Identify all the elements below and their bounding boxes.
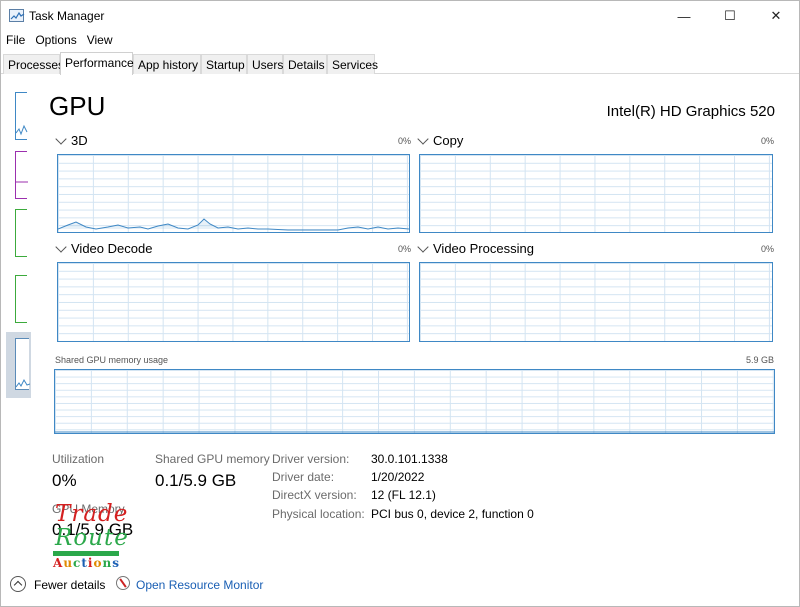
menu-bar: File Options View (1, 31, 118, 51)
cpu-thumbnail[interactable] (15, 92, 28, 140)
graph-3d-percent: 0% (398, 136, 412, 146)
title-bar: Task Manager — ☐ ✕ (1, 1, 799, 31)
shared-gpu-memory-value: 0.1/5.9 GB (155, 471, 237, 490)
resource-sidebar (5, 87, 31, 407)
watermark-line-3: Auctions (53, 556, 120, 570)
tab-processes[interactable]: Processes (3, 54, 64, 74)
graph-3d-line (58, 218, 409, 231)
driver-version-label: Driver version: (272, 452, 350, 466)
tab-users[interactable]: Users (247, 54, 283, 74)
graph-3d (57, 154, 410, 233)
shared-gpu-memory-label: Shared GPU memory (155, 452, 270, 466)
tab-services[interactable]: Services (327, 54, 378, 74)
physical-location-label: Physical location: (272, 507, 365, 521)
fewer-details-button[interactable]: Fewer details (34, 578, 105, 592)
gpu-thumbnail-graph (15, 338, 31, 390)
utilization-label: Utilization (52, 452, 105, 466)
graph-video-processing-label: Video Processing (433, 241, 534, 256)
gpu-thumbnail[interactable] (6, 332, 31, 398)
menu-file[interactable]: File (1, 31, 30, 51)
graph-3d-selector[interactable]: 3D (55, 132, 88, 148)
menu-view[interactable]: View (82, 31, 118, 51)
graph-video-processing (419, 262, 773, 342)
menu-options[interactable]: Options (30, 31, 81, 51)
disk-0-thumbnail[interactable] (15, 209, 27, 257)
graph-copy (419, 154, 773, 233)
directx-version-value: 12 (FL 12.1) (371, 488, 436, 502)
shared-memory-graph-label: Shared GPU memory usage (55, 355, 169, 365)
graph-3d-label: 3D (71, 133, 88, 148)
physical-location-value: PCI bus 0, device 2, function 0 (371, 507, 534, 521)
chevron-down-icon (55, 132, 67, 145)
graph-video-processing-percent: 0% (761, 244, 775, 254)
open-resource-monitor-link[interactable]: Open Resource Monitor (136, 578, 263, 592)
graph-video-decode (57, 262, 410, 342)
tab-performance[interactable]: Performance (60, 52, 134, 75)
tab-details[interactable]: Details (283, 54, 327, 74)
chevron-down-icon (417, 132, 429, 145)
tab-app-history[interactable]: App history (133, 54, 201, 74)
memory-thumbnail[interactable] (15, 151, 28, 199)
resource-monitor-icon[interactable] (116, 576, 130, 590)
disk-1-thumbnail[interactable] (15, 275, 27, 323)
shared-memory-graph-max: 5.9 GB (746, 355, 775, 365)
task-manager-window: Task Manager — ☐ ✕ File Options View Pro… (0, 0, 800, 607)
chevron-down-icon (417, 240, 429, 253)
page-title: GPU (49, 91, 106, 121)
watermark-logo: Trade Route Auctions (53, 501, 133, 573)
gpu-model-name: Intel(R) HD Graphics 520 (606, 103, 775, 120)
chevron-up-icon[interactable] (10, 576, 26, 592)
graph-video-decode-label: Video Decode (71, 241, 153, 256)
tab-bar: Processes Performance App history Startu… (1, 52, 799, 75)
minimize-button[interactable]: — (661, 1, 707, 31)
driver-version-value: 30.0.101.1338 (371, 452, 448, 466)
directx-version-label: DirectX version: (272, 488, 357, 502)
shared-memory-graph-line (55, 431, 774, 433)
graph-video-decode-selector[interactable]: Video Decode (55, 240, 153, 256)
graph-copy-label: Copy (433, 133, 464, 148)
graph-copy-percent: 0% (761, 136, 775, 146)
chevron-down-icon (55, 240, 67, 253)
driver-date-label: Driver date: (272, 470, 335, 484)
graph-copy-selector[interactable]: Copy (417, 132, 464, 148)
close-button[interactable]: ✕ (753, 1, 799, 31)
graph-video-processing-selector[interactable]: Video Processing (417, 240, 534, 256)
utilization-value: 0% (52, 471, 77, 490)
footer: Fewer details Open Resource Monitor (1, 571, 799, 599)
watermark-line-2: Route (55, 525, 129, 551)
tab-startup[interactable]: Startup (201, 54, 247, 74)
graph-video-decode-percent: 0% (398, 244, 412, 254)
shared-memory-graph (54, 369, 775, 434)
watermark-line-1: Trade (55, 501, 129, 527)
window-title: Task Manager (29, 9, 105, 23)
driver-date-value: 1/20/2022 (371, 470, 425, 484)
maximize-button[interactable]: ☐ (707, 1, 753, 31)
task-manager-icon (9, 9, 25, 22)
